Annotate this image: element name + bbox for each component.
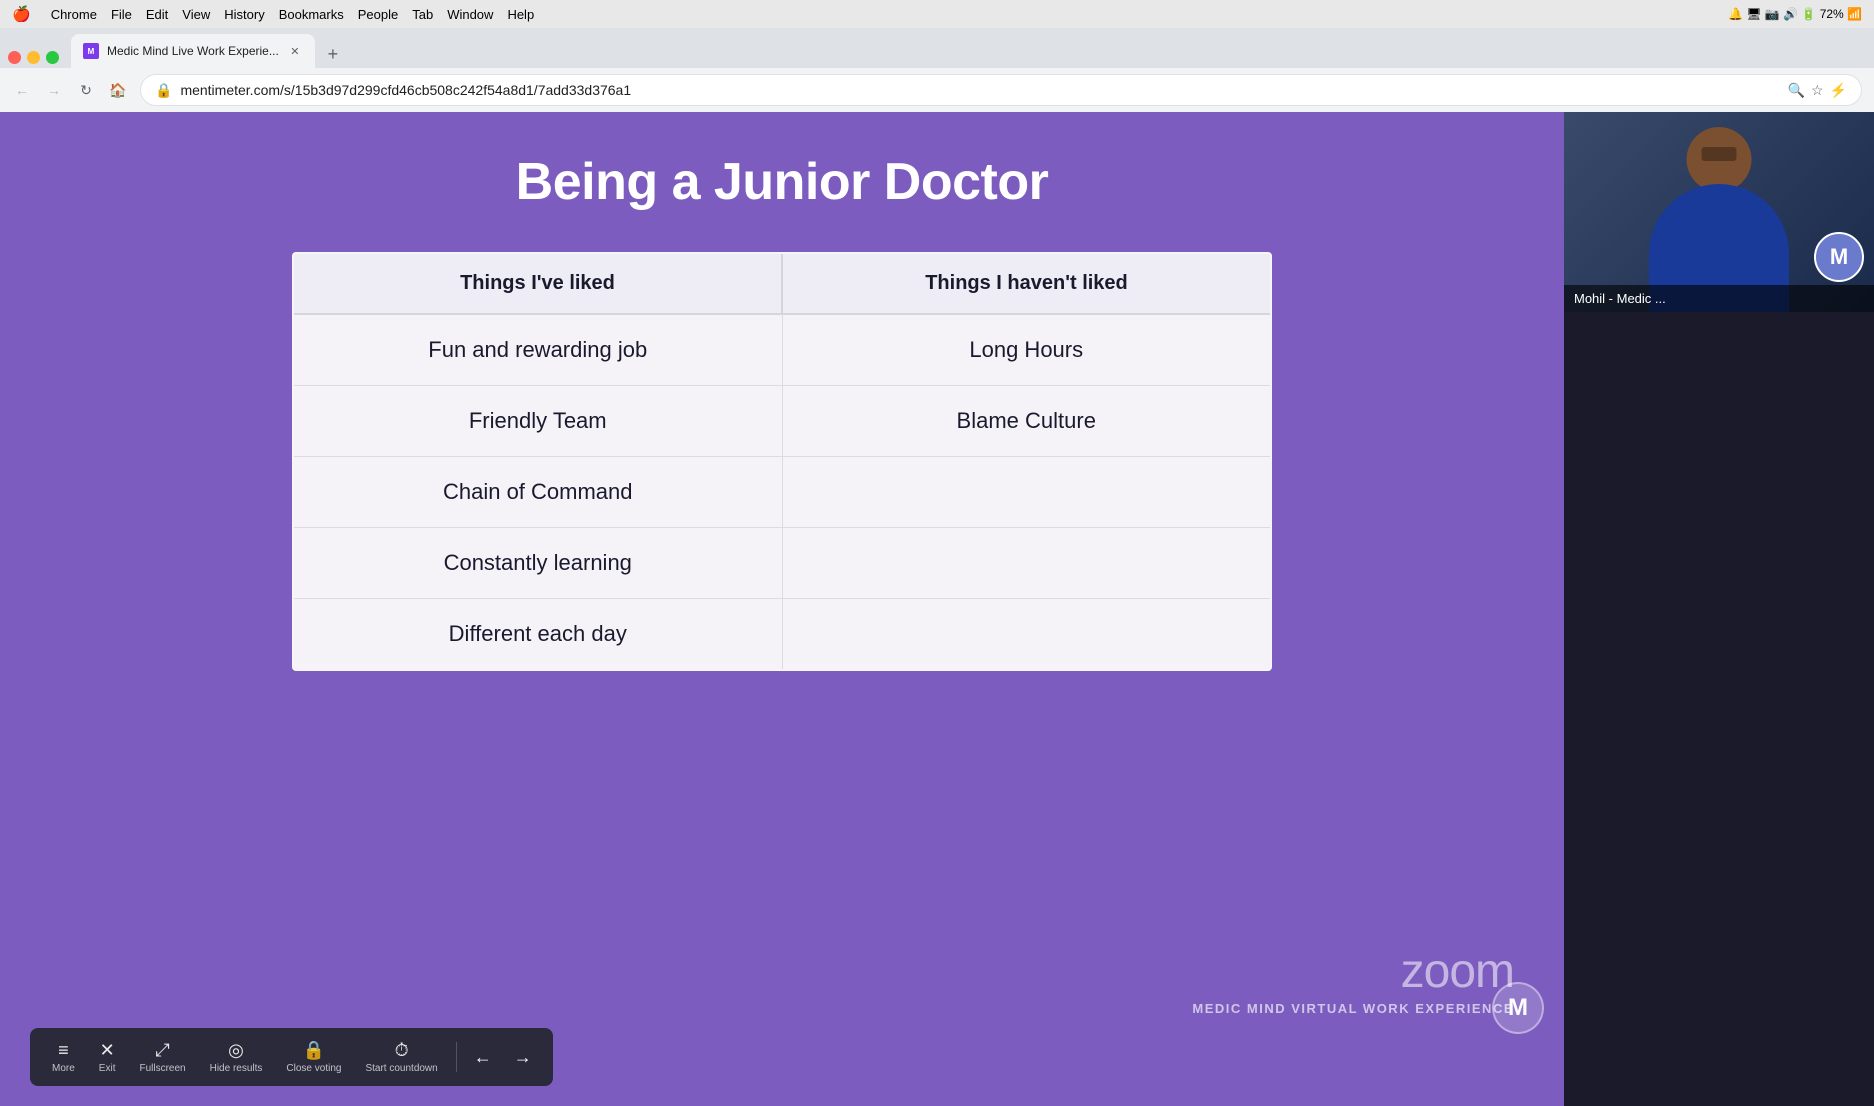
menu-items: Chrome File Edit View History Bookmarks … — [51, 7, 535, 22]
hide-results-label: Hide results — [210, 1063, 263, 1074]
countdown-icon: ⏱ — [395, 1040, 409, 1061]
exit-icon: ✕ — [100, 1040, 115, 1061]
slide-area: Being a Junior Doctor Things I've liked … — [0, 112, 1564, 1106]
mac-menubar: 🍎 Chrome File Edit View History Bookmark… — [0, 0, 1874, 28]
hide-results-icon: ◎ — [228, 1040, 244, 1061]
menu-edit[interactable]: Edit — [146, 7, 168, 22]
address-bar-row: ← → ↻ 🏠 🔒 mentimeter.com/s/15b3d97d299cf… — [0, 68, 1874, 112]
table-row: Different each day — [294, 599, 1270, 669]
toolbar-exit-button[interactable]: ✕ Exit — [89, 1036, 126, 1078]
zoom-logo: zoom — [1192, 944, 1514, 999]
address-bar[interactable]: 🔒 mentimeter.com/s/15b3d97d299cfd46cb508… — [140, 74, 1862, 106]
menu-chrome[interactable]: Chrome — [51, 7, 97, 22]
reload-button[interactable]: ↻ — [72, 76, 100, 104]
video-background — [1564, 112, 1874, 312]
new-tab-button[interactable]: + — [319, 40, 347, 68]
table-header: Things I've liked Things I haven't liked — [294, 254, 1270, 315]
extension-icon: ⚡ — [1830, 82, 1847, 99]
row5-col2 — [783, 599, 1271, 669]
tab-close-button[interactable]: ✕ — [287, 43, 303, 59]
table-row: Fun and rewarding job Long Hours — [294, 315, 1270, 386]
col1-header: Things I've liked — [294, 254, 783, 313]
person-silhouette — [1564, 112, 1874, 312]
person-glasses — [1702, 147, 1737, 161]
exit-label: Exit — [99, 1063, 116, 1074]
table-row: Friendly Team Blame Culture — [294, 386, 1270, 457]
row4-col1: Constantly learning — [294, 528, 783, 598]
row1-col1: Fun and rewarding job — [294, 315, 783, 385]
more-icon: ≡ — [58, 1040, 69, 1061]
slide-title: Being a Junior Doctor — [516, 152, 1049, 212]
window-maximize-btn[interactable] — [46, 51, 59, 64]
row5-col1: Different each day — [294, 599, 783, 669]
tab-favicon: M — [83, 43, 99, 59]
toolbar-next-button[interactable]: → — [505, 1039, 541, 1075]
menu-file[interactable]: File — [111, 7, 132, 22]
forward-button[interactable]: → — [40, 76, 68, 104]
comparison-table: Things I've liked Things I haven't liked… — [292, 252, 1272, 671]
row3-col2 — [783, 457, 1271, 527]
participant-name-badge: Mohil - Medic ... — [1564, 285, 1874, 312]
row2-col1: Friendly Team — [294, 386, 783, 456]
menu-people[interactable]: People — [358, 7, 398, 22]
video-participant: Mohil - Medic ... M — [1564, 112, 1874, 312]
lock-icon: 🔒 — [303, 1040, 325, 1061]
menu-tab[interactable]: Tab — [412, 7, 433, 22]
fullscreen-icon: ⤢ — [155, 1040, 169, 1061]
menu-view[interactable]: View — [182, 7, 210, 22]
search-icon: 🔍 — [1788, 82, 1805, 99]
address-bar-icons: 🔍 ☆ ⚡ — [1788, 82, 1847, 99]
table-row: Constantly learning — [294, 528, 1270, 599]
url-text: mentimeter.com/s/15b3d97d299cfd46cb508c2… — [180, 82, 1779, 98]
row2-col2: Blame Culture — [783, 386, 1271, 456]
menu-window[interactable]: Window — [447, 7, 493, 22]
zoom-m-badge: M — [1492, 982, 1544, 1034]
row4-col2 — [783, 528, 1271, 598]
toolbar-close-voting-button[interactable]: 🔒 Close voting — [276, 1036, 351, 1078]
table-row: Chain of Command — [294, 457, 1270, 528]
row3-col1: Chain of Command — [294, 457, 783, 527]
countdown-label: Start countdown — [365, 1063, 437, 1074]
window-minimize-btn[interactable] — [27, 51, 40, 64]
toolbar: ≡ More ✕ Exit ⤢ Fullscreen ◎ Hide result… — [30, 1028, 553, 1086]
tab-title: Medic Mind Live Work Experie... — [107, 44, 279, 58]
menu-history[interactable]: History — [224, 7, 264, 22]
menu-bookmarks[interactable]: Bookmarks — [279, 7, 344, 22]
toolbar-divider — [456, 1042, 457, 1072]
tab-bar: M Medic Mind Live Work Experie... ✕ + — [0, 28, 1874, 68]
browser-content: Being a Junior Doctor Things I've liked … — [0, 112, 1874, 1106]
right-sidebar: Mohil - Medic ... M — [1564, 112, 1874, 1106]
toolbar-fullscreen-button[interactable]: ⤢ Fullscreen — [129, 1036, 195, 1078]
chrome-window: M Medic Mind Live Work Experie... ✕ + ← … — [0, 28, 1874, 1106]
toolbar-countdown-button[interactable]: ⏱ Start countdown — [355, 1036, 447, 1078]
row1-col2: Long Hours — [783, 315, 1271, 385]
fullscreen-label: Fullscreen — [139, 1063, 185, 1074]
window-close-btn[interactable] — [8, 51, 21, 64]
toolbar-hide-results-button[interactable]: ◎ Hide results — [200, 1036, 273, 1078]
participant-avatar: M — [1814, 232, 1864, 282]
watermark-text: MEDIC MIND VIRTUAL WORK EXPERIENCE — [1192, 1001, 1514, 1016]
close-voting-label: Close voting — [286, 1063, 341, 1074]
toolbar-prev-button[interactable]: ← — [465, 1039, 501, 1075]
back-button[interactable]: ← — [8, 76, 36, 104]
active-tab[interactable]: M Medic Mind Live Work Experie... ✕ — [71, 34, 315, 68]
apple-menu[interactable]: 🍎 — [12, 5, 31, 23]
more-label: More — [52, 1063, 75, 1074]
menu-help[interactable]: Help — [507, 7, 534, 22]
menubar-right-icons: 🔔 🖥 📷 🔊 🔋 72% 📶 — [1728, 7, 1862, 21]
bookmark-icon[interactable]: ☆ — [1811, 82, 1824, 99]
home-button[interactable]: 🏠 — [104, 76, 132, 104]
bottom-watermark: zoom MEDIC MIND VIRTUAL WORK EXPERIENCE — [1192, 944, 1514, 1016]
toolbar-more-button[interactable]: ≡ More — [42, 1036, 85, 1078]
lock-icon: 🔒 — [155, 82, 172, 99]
col2-header: Things I haven't liked — [783, 254, 1270, 313]
